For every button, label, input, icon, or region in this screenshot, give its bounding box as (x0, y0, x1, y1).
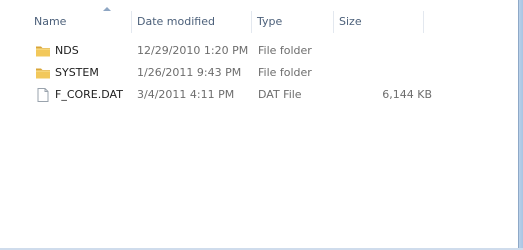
file-date-modified: 12/29/2010 1:20 PM (137, 44, 249, 57)
file-type: DAT File (258, 88, 302, 101)
file-size: 6,144 KB (382, 88, 432, 101)
file-date-modified: 3/4/2011 4:11 PM (137, 88, 235, 101)
file-date-modified: 1/26/2011 9:43 PM (137, 66, 242, 79)
column-header-bar: Name Date modified Type Size (0, 7, 518, 34)
file-row[interactable]: NDS 12/29/2010 1:20 PM File folder (0, 40, 518, 62)
file-icon (35, 87, 51, 103)
file-row[interactable]: SYSTEM 1/26/2011 9:43 PM File folder (0, 62, 518, 84)
file-size (340, 62, 432, 84)
file-size (340, 40, 432, 62)
file-name: SYSTEM (55, 66, 99, 79)
file-name: F_CORE.DAT (55, 88, 123, 101)
column-header-type[interactable]: Type (251, 9, 333, 34)
file-list: NDS 12/29/2010 1:20 PM File folder SYSTE… (0, 40, 518, 106)
column-header-date-modified[interactable]: Date modified (131, 9, 251, 34)
folder-icon (35, 65, 51, 81)
file-type: File folder (258, 66, 312, 79)
column-divider[interactable] (423, 11, 424, 33)
column-header-name[interactable]: Name (28, 7, 131, 34)
sort-ascending-icon (103, 7, 111, 11)
file-row[interactable]: F_CORE.DAT 3/4/2011 4:11 PM DAT File 6,1… (0, 84, 518, 106)
file-type: File folder (258, 44, 312, 57)
folder-icon (35, 43, 51, 59)
file-name: NDS (55, 44, 79, 57)
column-header-size[interactable]: Size (333, 9, 423, 34)
window-frame-right (518, 0, 523, 250)
